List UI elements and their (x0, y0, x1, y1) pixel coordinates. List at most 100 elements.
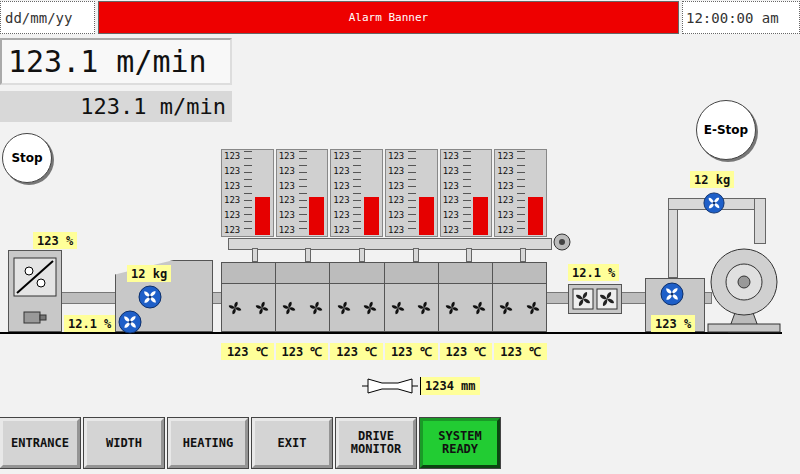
winder (706, 238, 782, 334)
zone-hood (385, 263, 438, 284)
oven-zone (222, 263, 276, 331)
gauge-track (408, 151, 437, 235)
zone-temperature: 123 ℃ (221, 343, 274, 360)
nav-button[interactable]: ENTRANCE (0, 418, 80, 468)
gauge-fill (364, 197, 379, 235)
scale-label: 123 (224, 181, 244, 191)
blower-icon (552, 232, 572, 252)
feeder-weight: 12 kg (127, 265, 171, 282)
pipe-drop (359, 248, 365, 262)
fan-icon (390, 300, 406, 316)
scale-label: 123 (443, 151, 463, 161)
zone-temperature: 123 ℃ (494, 343, 547, 360)
fan-icon (118, 310, 142, 334)
scale-label: 123 (388, 166, 408, 176)
cooling-fan-icon (572, 288, 594, 310)
scale-label: 123 (388, 210, 408, 220)
scale-label: 123 (333, 210, 353, 220)
fan-icon (444, 300, 460, 316)
exit-duct (754, 198, 766, 244)
scale-label: 123 (224, 210, 244, 220)
scale-label: 123 (279, 195, 299, 205)
line-speed: 123.1 m/min (0, 38, 232, 85)
zone-hood (439, 263, 492, 284)
temperature-gauge: 123123123123123123 (440, 149, 493, 237)
nav-button[interactable]: EXIT (252, 418, 332, 468)
scale-label: 123 (224, 151, 244, 161)
oven-zone (276, 263, 330, 331)
temperature-gauge: 123123123123123123 (494, 149, 547, 237)
entrance-percent: 123 % (33, 232, 77, 249)
winder-icon (706, 238, 782, 334)
pipe-drop (413, 248, 419, 262)
scale-label: 123 (279, 225, 299, 235)
gauge-fill (473, 197, 488, 235)
cooler-moisture: 12.1 % (568, 264, 619, 281)
entrance-moisture: 12.1 % (64, 315, 115, 332)
oven-zone (330, 263, 384, 331)
nav-button[interactable]: WIDTH (84, 418, 164, 468)
gauge-track (299, 151, 328, 235)
temperature-gauge: 123123123123123123 (385, 149, 438, 237)
gauge-scale: 123123123123123123 (497, 151, 517, 235)
scale-label: 123 (333, 166, 353, 176)
scale-label: 123 (443, 166, 463, 176)
scale-label: 123 (388, 225, 408, 235)
cooling-fan-icon (596, 288, 618, 310)
oven-zone (439, 263, 493, 331)
gauge-scale: 123123123123123123 (279, 151, 299, 235)
gauge-scale: 123123123123123123 (224, 151, 244, 235)
scale-label: 123 (279, 181, 299, 191)
oven-zone (385, 263, 439, 331)
scale-label: 123 (497, 181, 517, 191)
speed-setpoint[interactable]: 123.1 m/min (0, 91, 232, 122)
pipe-drop (520, 248, 526, 262)
speed-panel: 123.1 m/min 123.1 m/min (0, 34, 232, 122)
scale-label: 123 (224, 166, 244, 176)
zone-temperature: 123 ℃ (385, 343, 438, 360)
zone-fans (276, 284, 329, 331)
oven (221, 262, 547, 332)
scale-label: 123 (279, 210, 299, 220)
scale-label: 123 (443, 181, 463, 191)
zone-fans (222, 284, 275, 331)
fan-icon (525, 300, 541, 316)
stop-button[interactable]: Stop (2, 133, 52, 183)
scale-label: 123 (497, 166, 517, 176)
navigation-bar: ENTRANCEWIDTHHEATINGEXITDRIVE MONITORSYS… (0, 418, 800, 474)
zone-temperature: 123 ℃ (440, 343, 493, 360)
fan-icon (471, 300, 487, 316)
temperature-gauge: 123123123123123123 (330, 149, 383, 237)
unwinder-icon (13, 257, 57, 297)
scale-label: 123 (443, 225, 463, 235)
temperature-gauges: 123 123 123 123 123 123 123 123 123 123 123 123 123 1… (221, 149, 547, 237)
fan-icon (498, 300, 514, 316)
gauge-fill (528, 197, 543, 235)
gauge-track (244, 151, 273, 235)
zone-fans (493, 284, 546, 331)
gauge-track (353, 151, 382, 235)
fan-icon (308, 300, 324, 316)
scale-label: 123 (333, 225, 353, 235)
estop-button[interactable]: E-Stop (696, 100, 756, 160)
hmi-screen: dd/mm/yyAlarm Banner12:00:00 am123.1 m/m… (0, 0, 800, 474)
fan-icon (336, 300, 352, 316)
gauge-scale: 123123123123123123 (388, 151, 408, 235)
zone-hood (222, 263, 275, 284)
zone-hood (276, 263, 329, 284)
entrance-machine (8, 250, 62, 332)
pipe-drop (252, 248, 258, 262)
air-pipe (228, 238, 552, 250)
nav-button[interactable]: SYSTEM READY (420, 418, 500, 468)
nav-button[interactable]: DRIVE MONITOR (336, 418, 416, 468)
gauge-track (463, 151, 492, 235)
zone-temperature: 123 ℃ (330, 343, 383, 360)
scale-label: 123 (224, 195, 244, 205)
scale-label: 123 (443, 195, 463, 205)
width-indicator: 1234 mm (360, 376, 480, 396)
pipe-drop (466, 248, 472, 262)
alarm-banner[interactable]: Alarm Banner (98, 1, 679, 34)
scale-label: 123 (333, 181, 353, 191)
nav-button[interactable]: HEATING (168, 418, 248, 468)
zone-temperature: 123 ℃ (276, 343, 329, 360)
